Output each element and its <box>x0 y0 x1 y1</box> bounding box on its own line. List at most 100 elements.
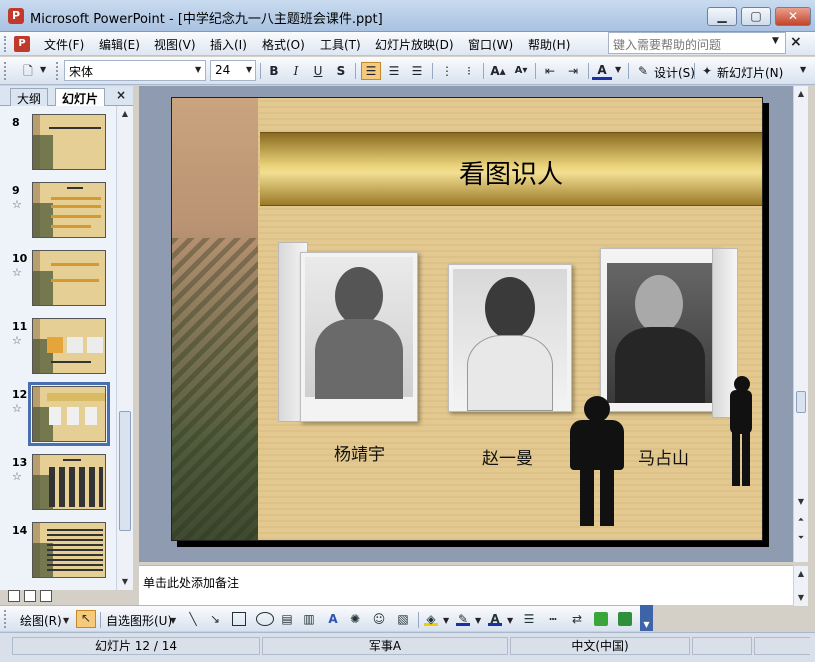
menu-edit[interactable]: 编辑(E) <box>99 36 140 53</box>
numbering-icon[interactable]: ⋮ <box>437 62 457 80</box>
tab-slides[interactable]: 幻灯片 <box>55 88 106 106</box>
toolbar-grip[interactable] <box>4 610 8 628</box>
menu-window[interactable]: 窗口(W) <box>468 36 513 53</box>
dash-style-icon[interactable]: ┅ <box>546 612 560 626</box>
arrow-icon[interactable]: ↘ <box>208 612 222 626</box>
scroll-up-icon[interactable]: ▲ <box>794 566 808 582</box>
new-document-icon[interactable]: 🗋 <box>18 62 38 80</box>
line-color-icon[interactable]: ✎ <box>456 612 470 626</box>
fill-color-dropdown-icon[interactable]: ▼ <box>443 616 449 625</box>
scroll-up-icon[interactable]: ▲ <box>794 86 808 102</box>
thumbnail-row[interactable]: 8 <box>0 110 116 178</box>
clipart-icon[interactable]: ☺ <box>372 612 386 626</box>
new-dropdown-icon[interactable]: ▼ <box>40 65 46 74</box>
help-search-input[interactable]: 键入需要帮助的问题 <box>608 32 786 54</box>
previous-slide-icon[interactable]: ⏶ <box>794 512 808 528</box>
line-style-icon[interactable]: ☰ <box>522 612 536 626</box>
align-left-icon[interactable]: ☰ <box>361 62 381 80</box>
3d-style-icon[interactable] <box>618 612 632 626</box>
panel-close-icon[interactable]: × <box>116 88 126 102</box>
autoshapes-dropdown-icon[interactable]: ▼ <box>170 616 176 625</box>
caption-2[interactable]: 赵一曼 <box>482 444 533 469</box>
italic-button[interactable]: I <box>286 62 306 80</box>
slide-thumbnail[interactable] <box>32 318 106 374</box>
caption-1[interactable]: 杨靖宇 <box>334 440 385 465</box>
new-slide-icon[interactable]: ✦ <box>697 62 717 80</box>
oval-icon[interactable] <box>256 612 274 626</box>
diagram-icon[interactable]: ✺ <box>348 612 362 626</box>
notes-placeholder[interactable]: 单击此处添加备注 <box>143 574 239 591</box>
font-color-dropdown-icon[interactable]: ▼ <box>615 65 621 74</box>
shadow-style-icon[interactable] <box>594 612 608 626</box>
menu-file[interactable]: 文件(F) <box>44 36 84 53</box>
menu-help[interactable]: 帮助(H) <box>528 36 570 53</box>
font-color-icon-draw[interactable]: A <box>488 612 502 626</box>
design-icon[interactable]: ✎ <box>633 62 653 80</box>
thumbnail-row[interactable]: 13 ☆ <box>0 450 116 518</box>
new-slide-button[interactable]: 新幻灯片(N) <box>717 64 783 81</box>
help-dropdown-icon[interactable]: ▼ <box>772 36 779 46</box>
notes-pane[interactable]: 单击此处添加备注 ▲ ▼ <box>139 565 808 606</box>
font-size-dropdown-icon[interactable]: ▼ <box>246 65 252 74</box>
photo-frame[interactable] <box>600 248 720 412</box>
thumbnail-row[interactable]: 11 ☆ <box>0 314 116 382</box>
font-name-dropdown-icon[interactable]: ▼ <box>195 65 201 74</box>
minimize-button[interactable]: ▁ <box>707 7 737 26</box>
increase-font-icon[interactable]: A▴ <box>488 62 508 80</box>
align-right-icon[interactable]: ☰ <box>407 62 427 80</box>
slide-canvas[interactable]: 看图识人 杨靖宇 赵一曼 马占山 <box>171 97 763 541</box>
increase-indent-icon[interactable]: ⇥ <box>563 62 583 80</box>
photo-frame[interactable] <box>300 252 418 422</box>
decrease-indent-icon[interactable]: ⇤ <box>540 62 560 80</box>
wordart-icon[interactable]: A <box>326 612 340 626</box>
bold-button[interactable]: B <box>264 62 284 80</box>
caption-3[interactable]: 马占山 <box>638 444 689 469</box>
slide-sorter-icon[interactable] <box>24 590 36 602</box>
grip-handle[interactable] <box>4 36 8 52</box>
scroll-up-icon[interactable]: ▲ <box>117 106 133 122</box>
normal-view-icon[interactable] <box>8 590 20 602</box>
slide-thumbnail[interactable] <box>32 182 106 238</box>
slide-thumbnail[interactable] <box>32 114 106 170</box>
menu-view[interactable]: 视图(V) <box>154 36 196 53</box>
underline-button[interactable]: U <box>308 62 328 80</box>
notes-scrollbar[interactable]: ▲ ▼ <box>793 566 808 606</box>
scroll-thumb[interactable] <box>796 391 806 413</box>
tab-outline[interactable]: 大纲 <box>10 88 49 106</box>
maximize-button[interactable]: ▢ <box>741 7 771 26</box>
draw-dropdown-icon[interactable]: ▼ <box>63 616 69 625</box>
shadow-button[interactable]: S <box>331 62 351 80</box>
photo-frame[interactable] <box>448 264 572 412</box>
thumbnail-row[interactable]: 12 ☆ <box>0 382 116 450</box>
menu-insert[interactable]: 插入(I) <box>210 36 247 53</box>
decrease-font-icon[interactable]: A▾ <box>511 62 531 80</box>
textbox-icon[interactable]: ▤ <box>280 612 294 626</box>
toolbar-grip[interactable] <box>4 62 8 80</box>
document-icon[interactable]: P <box>14 36 30 52</box>
line-color-dropdown-icon[interactable]: ▼ <box>475 616 481 625</box>
design-button[interactable]: 设计(S) <box>654 64 695 81</box>
menu-tools[interactable]: 工具(T) <box>320 36 361 53</box>
thumbnails-scrollbar[interactable]: ▲ ▼ <box>116 106 133 590</box>
slideshow-icon[interactable] <box>40 590 52 602</box>
line-icon[interactable]: ╲ <box>186 612 200 626</box>
font-color-draw-dropdown-icon[interactable]: ▼ <box>507 616 513 625</box>
arrow-style-icon[interactable]: ⇄ <box>570 612 584 626</box>
next-slide-icon[interactable]: ⏷ <box>794 530 808 546</box>
toolbar-options-icon[interactable]: ▼ <box>640 605 653 631</box>
menu-slideshow[interactable]: 幻灯片放映(D) <box>375 36 454 53</box>
close-button[interactable]: ✕ <box>775 7 811 26</box>
vertical-textbox-icon[interactable]: ▥ <box>302 612 316 626</box>
slide-scrollbar[interactable]: ▲ ▼ ⏶ ⏷ <box>793 86 808 562</box>
thumbnail-row[interactable]: 10 ☆ <box>0 246 116 314</box>
rectangle-icon[interactable] <box>232 612 246 626</box>
autoshapes-button[interactable]: 自选图形(U) <box>106 612 172 629</box>
select-pointer-icon[interactable]: ↖ <box>76 610 96 628</box>
document-close-icon[interactable]: × <box>790 34 802 50</box>
scroll-down-icon[interactable]: ▼ <box>794 494 808 510</box>
fill-color-icon[interactable]: ◈ <box>424 612 438 626</box>
scroll-down-icon[interactable]: ▼ <box>794 590 808 606</box>
scroll-thumb[interactable] <box>119 411 131 531</box>
slide-thumbnail[interactable] <box>32 250 106 306</box>
slide-title[interactable]: 看图识人 <box>260 154 762 191</box>
